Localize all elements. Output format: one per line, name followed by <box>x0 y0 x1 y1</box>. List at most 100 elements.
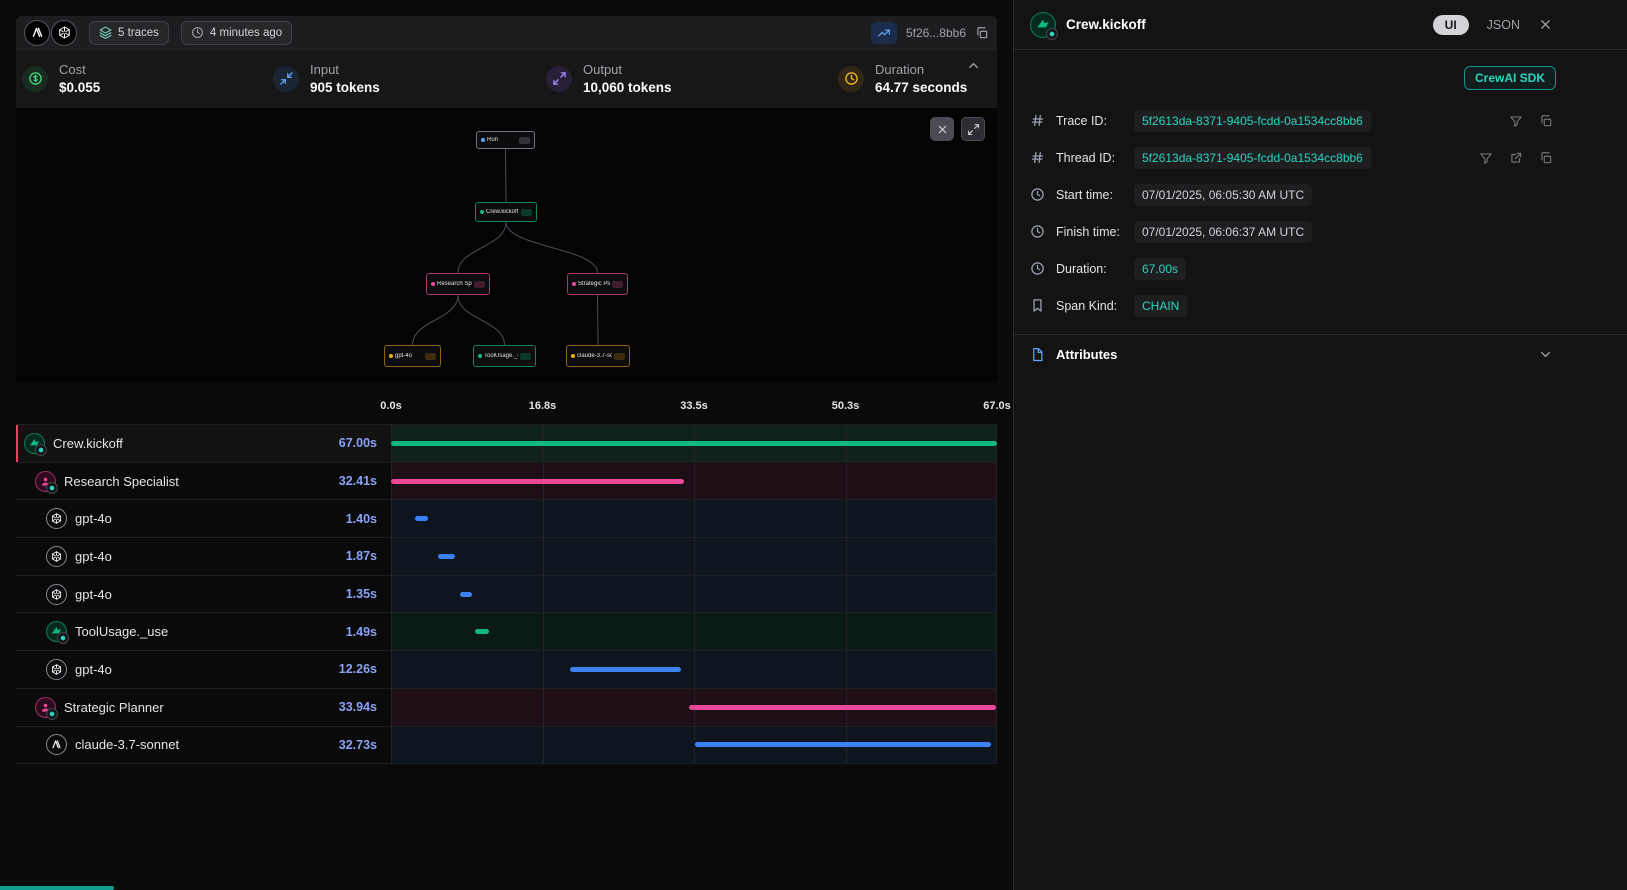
node-latency-chip <box>521 209 532 216</box>
span-bar-track <box>391 651 997 688</box>
span-bar[interactable] <box>438 554 455 559</box>
span-bar-track <box>391 613 997 650</box>
detail-value[interactable]: CHAIN <box>1134 295 1187 317</box>
collapse-stats-button[interactable] <box>966 58 981 73</box>
span-row-6[interactable]: gpt-4o12.26s <box>16 651 997 689</box>
detail-value[interactable]: 67.00s <box>1134 258 1186 280</box>
span-duration: 32.41s <box>339 474 377 488</box>
stat-label: Output <box>583 62 672 77</box>
trace-main-panel: 5 traces 4 minutes ago 5f26...8bb6 Cost$… <box>0 0 1014 890</box>
node-label: ToolUsage._use <box>484 353 518 359</box>
graph-node-run[interactable]: Run <box>476 131 535 149</box>
gridline <box>846 651 847 688</box>
copy-trace-id-button[interactable] <box>975 26 989 40</box>
span-bar[interactable] <box>415 516 428 521</box>
span-bar[interactable] <box>570 667 681 672</box>
graph-node-sp[interactable]: Strategic Planner <box>567 273 628 295</box>
horizontal-scrollbar-thumb[interactable] <box>0 886 114 890</box>
detail-value[interactable]: 5f2613da-8371-9405-fcdd-0a1534cc8bb6 <box>1134 110 1371 132</box>
attributes-file-icon <box>1030 347 1045 362</box>
gridline <box>543 727 544 764</box>
axis-tick-label: 16.8s <box>529 400 557 412</box>
gridline <box>391 651 392 688</box>
span-row-4[interactable]: gpt-4o1.35s <box>16 576 997 614</box>
detail-row-finish-time: Finish time:07/01/2025, 06:06:37 AM UTC <box>1014 213 1627 250</box>
external-button[interactable] <box>1509 151 1523 165</box>
clock-icon <box>191 26 204 39</box>
traces-count-label: 5 traces <box>118 27 159 39</box>
graph-edges <box>16 108 997 382</box>
clock-icon <box>1030 187 1045 202</box>
filter-button[interactable] <box>1509 114 1523 128</box>
hash-icon <box>1030 113 1045 128</box>
gridline <box>391 576 392 613</box>
span-bar[interactable] <box>689 705 996 710</box>
gridline <box>391 613 392 650</box>
agent-icon <box>35 697 56 718</box>
detail-label: Thread ID: <box>1056 151 1134 165</box>
traces-count-badge[interactable]: 5 traces <box>89 21 169 45</box>
span-bar[interactable] <box>391 479 684 484</box>
filter-button[interactable] <box>1479 151 1493 165</box>
span-bar-track <box>391 689 997 726</box>
node-status-dot <box>572 282 576 286</box>
agent-icon <box>35 471 56 492</box>
node-status-dot <box>478 354 482 358</box>
copy-button[interactable] <box>1539 114 1553 128</box>
view-toggle-ui[interactable]: UI <box>1433 15 1469 35</box>
span-row-8[interactable]: claude-3.7-sonnet32.73s <box>16 727 997 765</box>
gridline <box>846 538 847 575</box>
attributes-section-toggle[interactable]: Attributes <box>1014 334 1627 374</box>
span-row-3[interactable]: gpt-4o1.87s <box>16 538 997 576</box>
openai-logo-icon <box>46 508 67 529</box>
anthropic-logo-icon <box>46 734 67 755</box>
graph-node-rs[interactable]: Research Specialist <box>426 273 490 295</box>
node-status-dot <box>389 354 393 358</box>
tool-icon <box>46 621 67 642</box>
span-bar-track <box>391 463 997 500</box>
graph-node-claude[interactable]: claude-3.7-sonnet <box>566 345 630 367</box>
node-label: Strategic Planner <box>578 281 610 287</box>
span-row-0[interactable]: Crew.kickoff67.00s <box>16 425 997 463</box>
gridline <box>846 463 847 500</box>
trace-metrics-button[interactable] <box>871 22 897 44</box>
detail-label: Duration: <box>1056 262 1134 276</box>
span-name: gpt-4o <box>75 662 112 677</box>
minimize-icon <box>273 66 299 92</box>
close-graph-button[interactable] <box>930 117 954 141</box>
node-latency-chip <box>614 353 625 360</box>
detail-row-trace-id: Trace ID:5f2613da-8371-9405-fcdd-0a1534c… <box>1014 102 1627 139</box>
span-row-2[interactable]: gpt-4o1.40s <box>16 500 997 538</box>
span-row-1[interactable]: Research Specialist32.41s <box>16 463 997 501</box>
span-bar-track <box>391 425 997 462</box>
stat-cost: Cost$0.055 <box>22 62 273 95</box>
node-status-dot <box>431 282 435 286</box>
span-row-7[interactable]: Strategic Planner33.94s <box>16 689 997 727</box>
span-bar[interactable] <box>695 742 991 747</box>
node-latency-chip <box>612 281 623 288</box>
expand-graph-button[interactable] <box>961 117 985 141</box>
span-bar[interactable] <box>475 629 488 634</box>
maximize-icon <box>546 66 572 92</box>
sdk-badge-row: CrewAI SDK <box>1014 50 1627 102</box>
span-bar-track <box>391 576 997 613</box>
span-bar[interactable] <box>460 592 472 597</box>
stat-value: 905 tokens <box>310 80 380 95</box>
copy-button[interactable] <box>1539 151 1553 165</box>
trace-graph-canvas[interactable]: Run Crew.kickoff Research Specialist Strate… <box>16 107 997 382</box>
gridline <box>694 500 695 537</box>
gridline <box>694 613 695 650</box>
view-toggle-json[interactable]: JSON <box>1487 18 1520 32</box>
span-bar[interactable] <box>391 441 997 446</box>
graph-node-tool[interactable]: ToolUsage._use <box>473 345 536 367</box>
detail-value[interactable]: 5f2613da-8371-9405-fcdd-0a1534cc8bb6 <box>1134 147 1371 169</box>
graph-node-gpt[interactable]: gpt-4o <box>384 345 441 367</box>
gridline <box>846 500 847 537</box>
span-title: Crew.kickoff <box>1066 17 1146 32</box>
gridline <box>694 651 695 688</box>
span-duration: 1.35s <box>346 587 377 601</box>
chevron-down-icon[interactable] <box>1538 347 1553 362</box>
graph-node-crew[interactable]: Crew.kickoff <box>475 202 537 222</box>
close-sidebar-button[interactable] <box>1538 17 1553 32</box>
span-row-5[interactable]: ToolUsage._use1.49s <box>16 613 997 651</box>
